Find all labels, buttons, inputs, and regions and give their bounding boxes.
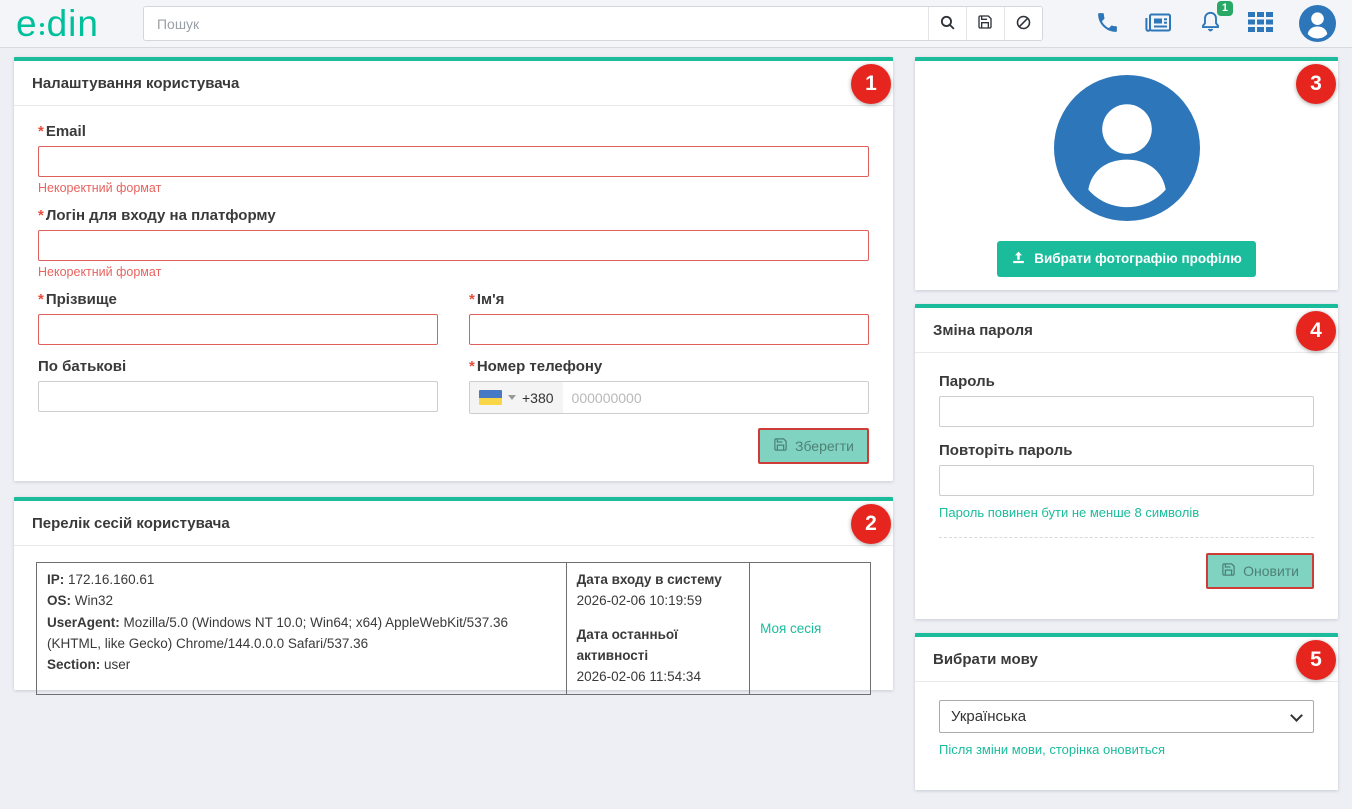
change-password-panel: 4 Зміна пароля Пароль Повторіть пароль П… (915, 304, 1338, 619)
upload-photo-button[interactable]: Вибрати фотографію профілю (997, 241, 1256, 277)
login-date-value: 2026-02-06 10:19:59 (577, 590, 739, 611)
language-select[interactable]: Українська (939, 700, 1314, 733)
notification-count-badge: 1 (1217, 1, 1233, 16)
top-header: e din (0, 0, 1352, 48)
notifications-button[interactable]: 1 (1198, 9, 1223, 38)
email-error-text: Некоректний формат (38, 181, 869, 195)
required-asterisk: * (469, 291, 475, 308)
ban-icon (1015, 14, 1032, 34)
first-name-field[interactable] (469, 314, 869, 345)
logo-dots (40, 23, 44, 35)
global-search-bar (143, 6, 1043, 41)
session-info-cell: IP: 172.16.160.61 OS: Win32 UserAgent: M… (37, 563, 567, 695)
sessions-panel: 2 Перелік сесій користувача IP: 172.16.1… (14, 497, 893, 690)
country-code-dropdown[interactable]: +380 (470, 382, 563, 413)
upload-photo-label: Вибрати фотографію профілю (1034, 251, 1242, 266)
phone-icon (1095, 10, 1120, 38)
upload-icon (1011, 250, 1026, 268)
profile-avatar-placeholder (1054, 75, 1200, 226)
news-button[interactable] (1145, 10, 1173, 38)
first-name-label: *Ім'я (469, 291, 869, 308)
password-hint: Пароль повинен бути не менше 8 символів (939, 505, 1314, 520)
header-icon-menu: 1 (1095, 5, 1336, 42)
login-error-text: Некоректний формат (38, 265, 869, 279)
floppy-icon (773, 437, 788, 455)
last-name-label: *Прізвище (38, 291, 438, 308)
email-field[interactable] (38, 146, 869, 177)
user-settings-panel: 1 Налаштування користувача *Email Некоре… (14, 57, 893, 481)
ukraine-flag-icon (479, 390, 502, 405)
logo-text-din: din (47, 7, 99, 41)
language-hint: Після зміни мови, сторінка оновиться (939, 742, 1314, 757)
annotation-badge-1: 1 (851, 64, 891, 104)
floppy-icon (1221, 562, 1236, 580)
my-session-link[interactable]: Моя сесія (760, 621, 821, 636)
middle-name-field[interactable] (38, 381, 438, 412)
phone-prefix: +380 (522, 390, 554, 406)
password-label: Пароль (939, 373, 1314, 390)
activity-date-value: 2026-02-06 11:54:34 (577, 666, 739, 687)
search-button[interactable] (928, 7, 966, 40)
session-row: IP: 172.16.160.61 OS: Win32 UserAgent: M… (37, 563, 871, 695)
required-asterisk: * (469, 358, 475, 375)
logo-text-e: e (16, 7, 38, 41)
language-panel: 5 Вибрати мову Українська Після зміни мо… (915, 633, 1338, 790)
required-asterisk: * (38, 291, 44, 308)
clear-search-button[interactable] (1004, 7, 1042, 40)
user-settings-title: Налаштування користувача (14, 61, 893, 106)
sessions-table: IP: 172.16.160.61 OS: Win32 UserAgent: M… (36, 562, 871, 695)
language-title: Вибрати мову (915, 637, 1338, 682)
change-password-title: Зміна пароля (915, 308, 1338, 353)
save-search-button[interactable] (966, 7, 1004, 40)
update-password-button[interactable]: Оновити (1206, 553, 1314, 589)
annotation-badge-2: 2 (851, 504, 891, 544)
password-field[interactable] (939, 396, 1314, 427)
save-button-label: Зберегти (795, 438, 854, 454)
save-button[interactable]: Зберегти (758, 428, 869, 464)
annotation-badge-5: 5 (1296, 640, 1336, 680)
session-dates-cell: Дата входу в систему 2026-02-06 10:19:59… (566, 563, 749, 695)
phone-field[interactable] (563, 390, 868, 406)
phone-label: *Номер телефону (469, 358, 869, 375)
newspaper-icon (1145, 10, 1173, 38)
session-action-cell: Моя сесія (750, 563, 871, 695)
update-button-label: Оновити (1243, 563, 1299, 579)
email-label: *Email (38, 123, 869, 140)
annotation-badge-4: 4 (1296, 311, 1336, 351)
profile-menu-button[interactable] (1299, 5, 1336, 42)
middle-name-label: По батькові (38, 358, 438, 375)
login-label: *Логін для входу на платформу (38, 207, 869, 224)
required-asterisk: * (38, 123, 44, 140)
profile-photo-panel: 3 Вибрати фотографію профілю (915, 57, 1338, 290)
last-name-field[interactable] (38, 314, 438, 345)
edin-logo[interactable]: e din (16, 7, 99, 41)
apps-grid-button[interactable] (1248, 11, 1274, 36)
repeat-password-label: Повторіть пароль (939, 442, 1314, 459)
annotation-badge-3: 3 (1296, 64, 1336, 104)
avatar-icon (1299, 5, 1336, 42)
search-input[interactable] (144, 7, 928, 40)
required-asterisk: * (38, 207, 44, 224)
sessions-title: Перелік сесій користувача (14, 501, 893, 546)
login-field[interactable] (38, 230, 869, 261)
search-icon (939, 14, 956, 34)
divider (939, 537, 1314, 538)
grid-icon (1248, 11, 1274, 36)
floppy-icon (977, 14, 993, 33)
phone-input-group: +380 (469, 381, 869, 414)
chevron-down-icon (508, 395, 516, 400)
repeat-password-field[interactable] (939, 465, 1314, 496)
main-content: 1 Налаштування користувача *Email Некоре… (0, 48, 1352, 790)
phone-button[interactable] (1095, 10, 1120, 38)
